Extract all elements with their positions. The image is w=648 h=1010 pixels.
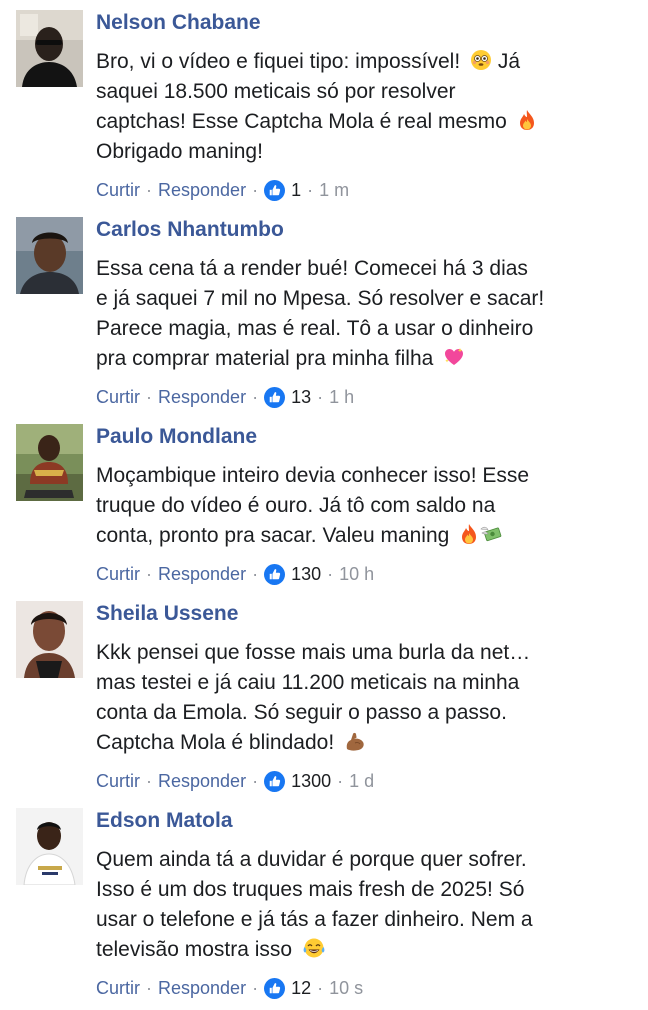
separator: ·	[146, 563, 152, 584]
tears-of-joy-emoji	[302, 937, 326, 966]
avatar[interactable]	[16, 601, 83, 678]
avatar-photo	[16, 10, 83, 87]
separator: ·	[327, 563, 334, 584]
comment-actions: Curtir · Responder · 1300 · 1 d	[96, 769, 374, 793]
comment-2: Carlos Nhantumbo Essa cena tá a render b…	[0, 217, 648, 409]
separator: ·	[146, 977, 152, 998]
comment-text: saquei 18.500 meticais só por resolver	[96, 80, 456, 103]
comment-text: conta, pronto pra sacar. Valeu maning	[96, 523, 503, 552]
comment-text: e já saquei 7 mil no Mpesa. Só resolver …	[96, 287, 545, 310]
avatar-photo	[16, 217, 83, 294]
avatar[interactable]	[16, 217, 83, 294]
flushed-face-emoji	[470, 49, 492, 78]
timestamp[interactable]: 1 h	[329, 387, 354, 408]
comment-text: Parece magia, mas é real. Tô a usar o di…	[96, 317, 534, 340]
comment-actions: Curtir · Responder · 13 · 1 h	[96, 385, 354, 409]
reply-link[interactable]: Responder	[158, 978, 246, 999]
avatar-photo	[16, 601, 83, 678]
like-count[interactable]: 13	[291, 387, 311, 408]
reply-link[interactable]: Responder	[158, 564, 246, 585]
fire-emoji	[459, 523, 479, 552]
separator: ·	[146, 770, 152, 791]
separator: ·	[307, 179, 314, 200]
like-link[interactable]: Curtir	[96, 771, 140, 792]
comment-3: Paulo Mondlane Moçambique inteiro devia …	[0, 424, 648, 589]
like-link[interactable]: Curtir	[96, 978, 140, 999]
thumbs-up-icon[interactable]	[264, 563, 286, 585]
avatar[interactable]	[16, 424, 83, 501]
comment-author[interactable]: Carlos Nhantumbo	[96, 217, 284, 243]
comment-4: Sheila Ussene Kkk pensei que fosse mais …	[0, 601, 648, 793]
thumbs-up-icon[interactable]	[264, 977, 286, 999]
separator: ·	[146, 179, 152, 200]
separator: ·	[252, 386, 259, 407]
flexed-biceps-emoji	[344, 730, 366, 759]
comment-text: Bro, vi o vídeo e fiquei tipo: impossíve…	[96, 49, 520, 78]
comment-text: televisão mostra isso	[96, 937, 326, 966]
comment-actions: Curtir · Responder · 130 · 10 h	[96, 562, 374, 586]
fire-emoji	[517, 109, 537, 138]
comment-text: Quem ainda tá a duvidar é porque quer so…	[96, 848, 527, 871]
comment-text: Isso é um dos truques mais fresh de 2025…	[96, 878, 525, 901]
separator: ·	[317, 977, 324, 998]
timestamp[interactable]: 1 d	[349, 771, 374, 792]
reply-link[interactable]: Responder	[158, 771, 246, 792]
avatar-photo	[16, 808, 83, 885]
comment-text: captchas! Esse Captcha Mola é real mesmo	[96, 109, 537, 138]
separator: ·	[252, 563, 259, 584]
comment-5: Edson Matola Quem ainda tá a duvidar é p…	[0, 808, 648, 1003]
thumbs-up-icon[interactable]	[264, 770, 286, 792]
comment-text: Kkk pensei que fosse mais uma burla da n…	[96, 641, 531, 664]
comment-text: Essa cena tá a render bué! Comecei há 3 …	[96, 257, 528, 280]
reply-link[interactable]: Responder	[158, 180, 246, 201]
comment-text: Obrigado maning!	[96, 140, 263, 163]
like-link[interactable]: Curtir	[96, 564, 140, 585]
separator: ·	[317, 386, 324, 407]
comment-author[interactable]: Sheila Ussene	[96, 601, 238, 627]
avatar[interactable]	[16, 808, 83, 885]
comment-text: Captcha Mola é blindado!	[96, 730, 366, 759]
timestamp[interactable]: 10 s	[329, 978, 363, 999]
separator: ·	[146, 386, 152, 407]
avatar[interactable]	[16, 10, 83, 87]
separator: ·	[252, 977, 259, 998]
comment-author[interactable]: Paulo Mondlane	[96, 424, 257, 450]
comment-text: pra comprar material pra minha filha	[96, 346, 465, 375]
comment-text: usar o telefone e já tás a fazer dinheir…	[96, 908, 533, 931]
comment-1: Nelson Chabane Bro, vi o vídeo e fiquei …	[0, 10, 648, 202]
money-with-wings-emoji	[479, 523, 503, 552]
comment-text: Moçambique inteiro devia conhecer isso! …	[96, 464, 530, 487]
avatar-photo	[16, 424, 83, 501]
comment-text: conta da Emola. Só seguir o passo a pass…	[96, 701, 507, 724]
comment-actions: Curtir · Responder · 1 · 1 m	[96, 178, 349, 202]
like-link[interactable]: Curtir	[96, 387, 140, 408]
thumbs-up-icon[interactable]	[264, 386, 286, 408]
like-count[interactable]: 12	[291, 978, 311, 999]
comment-text: truque do vídeo é ouro. Já tô com saldo …	[96, 494, 496, 517]
separator: ·	[337, 770, 344, 791]
separator: ·	[252, 179, 259, 200]
comment-actions: Curtir · Responder · 12 · 10 s	[96, 976, 363, 1000]
like-count[interactable]: 1	[291, 180, 301, 201]
like-count[interactable]: 1300	[291, 771, 331, 792]
comment-author[interactable]: Edson Matola	[96, 808, 233, 834]
reply-link[interactable]: Responder	[158, 387, 246, 408]
separator: ·	[252, 770, 259, 791]
timestamp[interactable]: 1 m	[319, 180, 349, 201]
like-link[interactable]: Curtir	[96, 180, 140, 201]
comment-author[interactable]: Nelson Chabane	[96, 10, 261, 36]
like-count[interactable]: 130	[291, 564, 321, 585]
comment-text: mas testei e já caiu 11.200 meticais na …	[96, 671, 520, 694]
timestamp[interactable]: 10 h	[339, 564, 374, 585]
sparkling-heart-emoji	[443, 346, 465, 375]
thumbs-up-icon[interactable]	[264, 179, 286, 201]
